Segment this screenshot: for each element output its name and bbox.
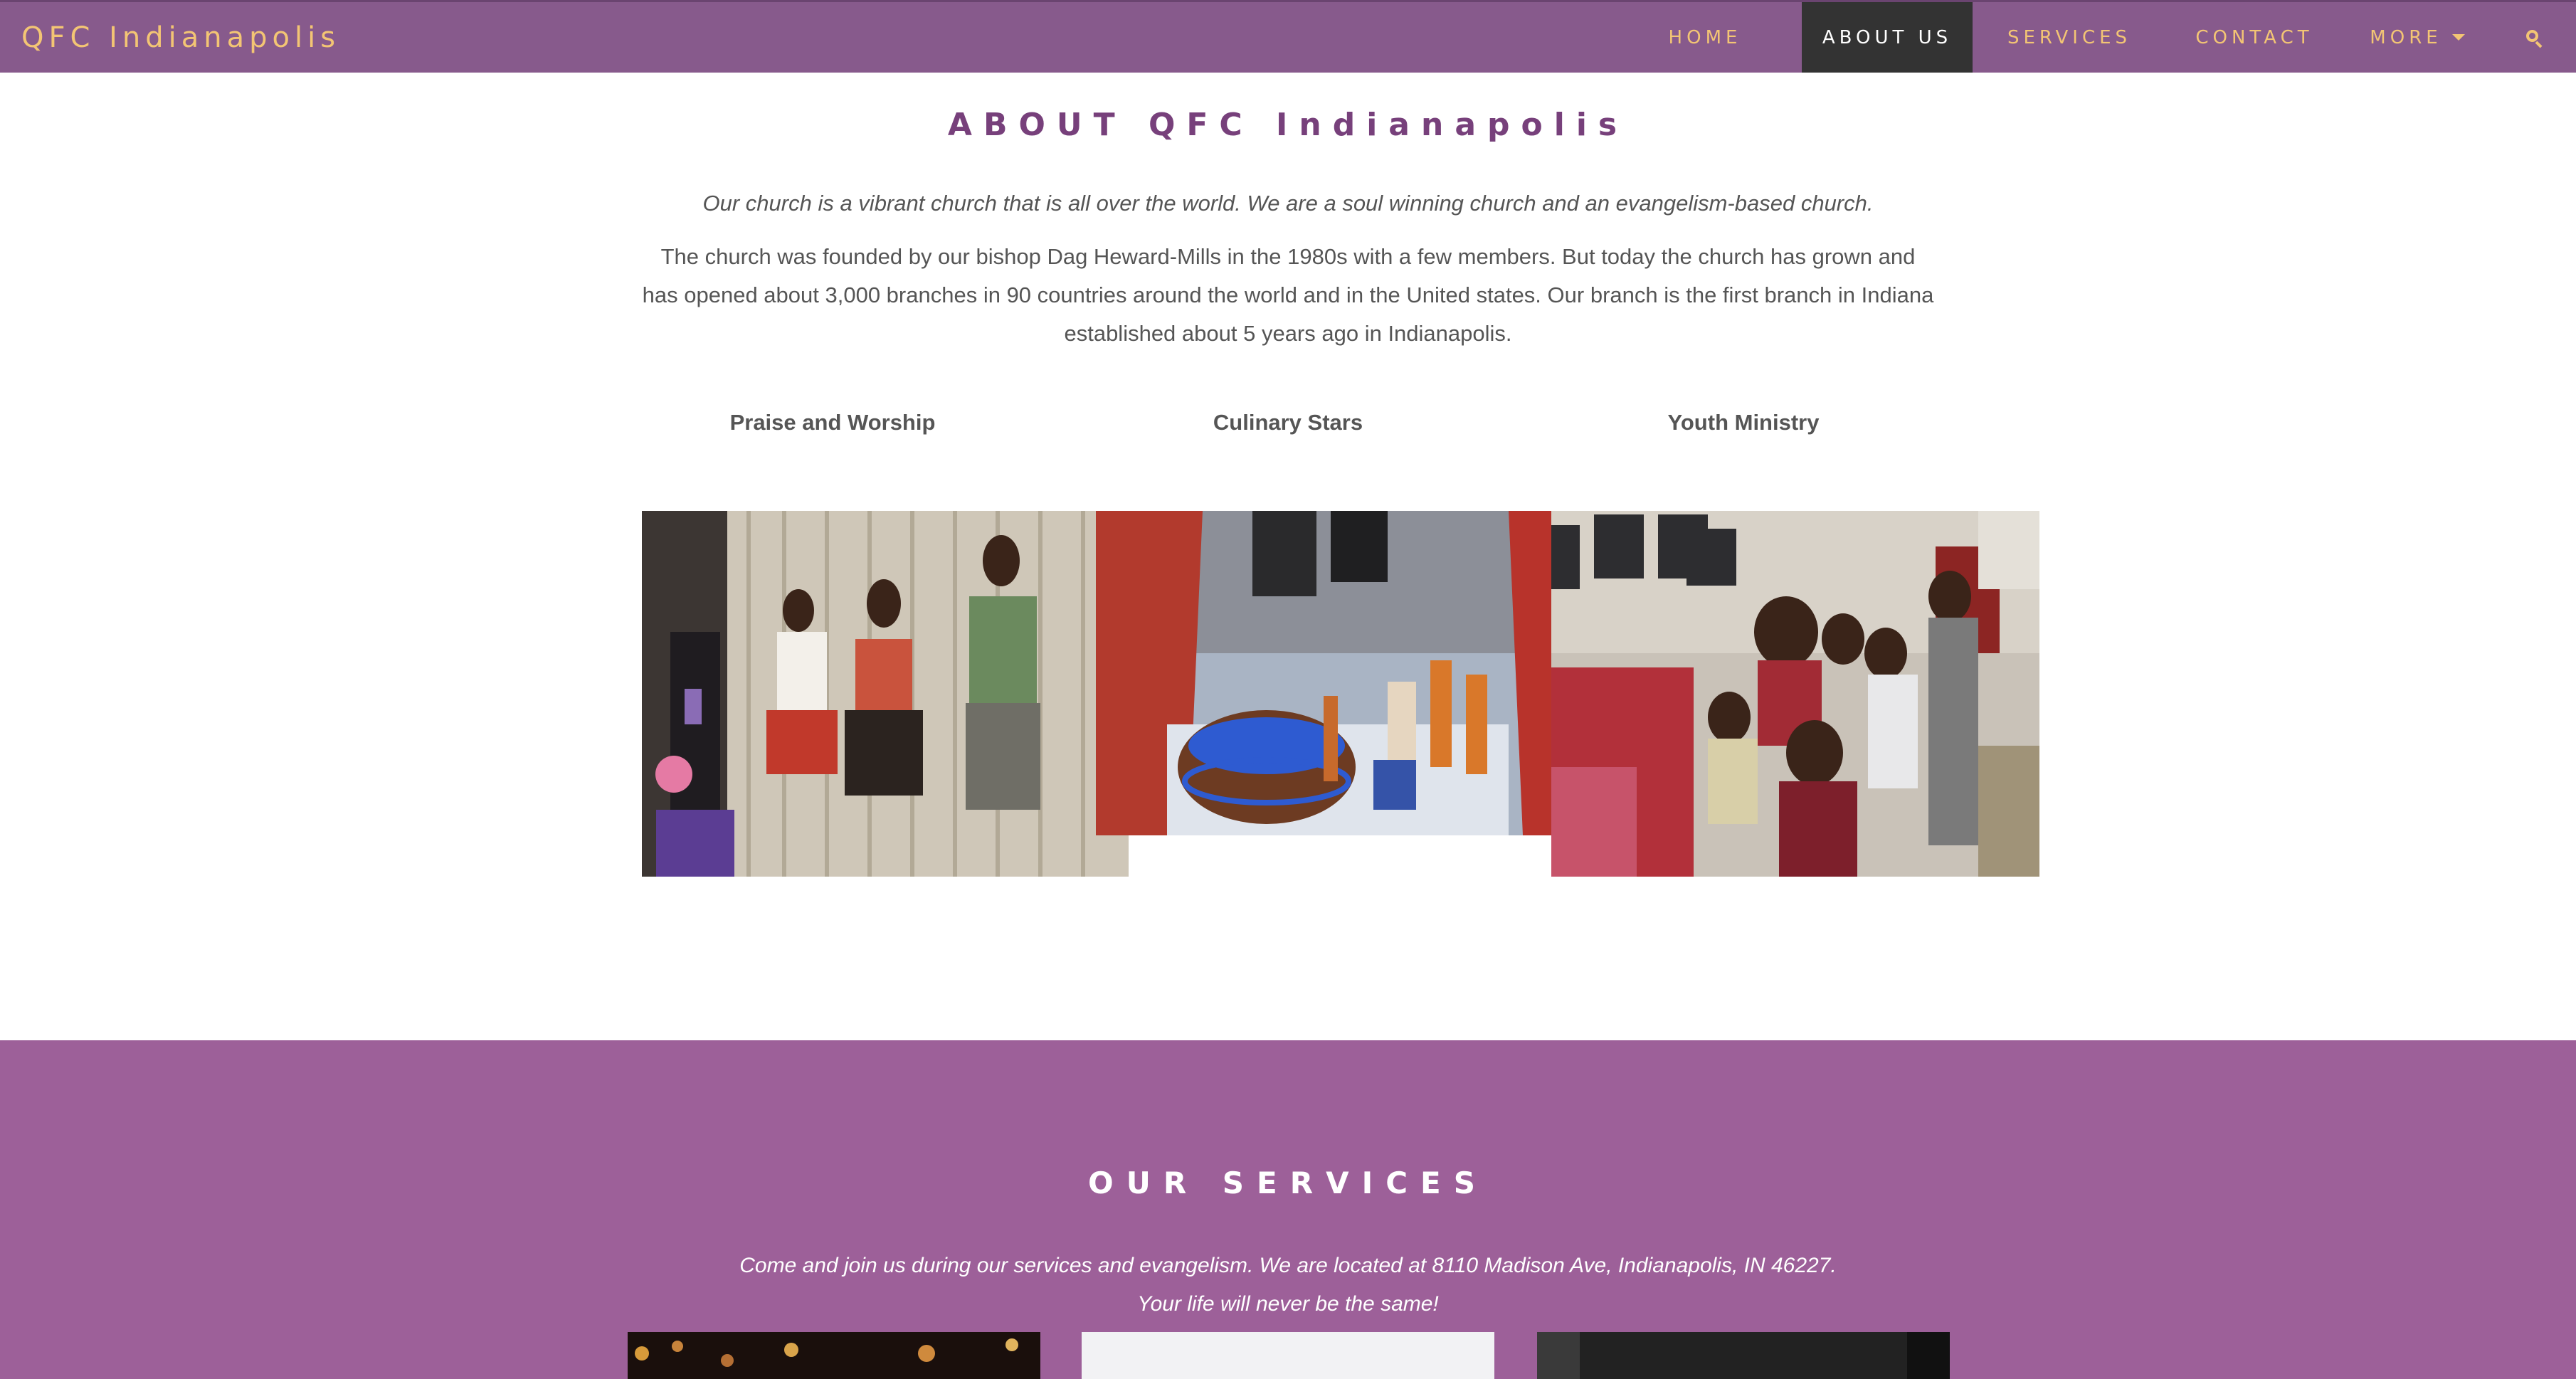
ministry-culinary-stars-title: Culinary Stars	[1213, 410, 1363, 435]
nav-search-button[interactable]	[2492, 2, 2576, 73]
youth-ministry-photo	[1551, 511, 2039, 877]
nav-services[interactable]: SERVICES	[1973, 2, 2166, 73]
ministry-praise-worship-title: Praise and Worship	[729, 410, 936, 435]
service-card-image-3[interactable]	[1537, 1332, 1950, 1379]
nav-more-label: MORE	[2370, 26, 2442, 48]
top-navbar: QFC Indianapolis HOME ABOUT US SERVICES …	[0, 0, 2576, 73]
praise-worship-photo	[642, 511, 1129, 877]
search-icon	[2526, 29, 2543, 48]
culinary-stars-photo	[1096, 511, 1551, 835]
services-section: OUR SERVICES Come and join us during our…	[0, 1040, 2576, 1379]
about-body: The church was founded by our bishop Dag…	[642, 244, 1934, 346]
services-line-2: Your life will never be the same!	[1137, 1292, 1439, 1316]
service-card-image-1[interactable]	[628, 1332, 1040, 1379]
nav-home[interactable]: HOME	[1608, 2, 1802, 73]
services-description: Come and join us during our services and…	[0, 1247, 2576, 1323]
nav-about-us[interactable]: ABOUT US	[1802, 2, 1973, 73]
about-intro: Our church is a vibrant church that is a…	[702, 191, 1874, 216]
services-line-1: Come and join us during our services and…	[739, 1254, 1837, 1277]
about-title: ABOUT QFC Indianapolis	[947, 107, 1629, 143]
main-nav: HOME ABOUT US SERVICES CONTACT MORE	[1608, 2, 2576, 73]
nav-more-dropdown[interactable]: MORE	[2343, 2, 2492, 73]
ministry-youth-title: Youth Ministry	[1667, 410, 1820, 435]
site-brand[interactable]: QFC Indianapolis	[0, 21, 340, 54]
nav-contact[interactable]: CONTACT	[2166, 2, 2343, 73]
service-card-image-2[interactable]	[1082, 1332, 1494, 1379]
caret-down-icon	[2451, 34, 2465, 41]
services-title: OUR SERVICES	[1088, 1166, 1488, 1200]
